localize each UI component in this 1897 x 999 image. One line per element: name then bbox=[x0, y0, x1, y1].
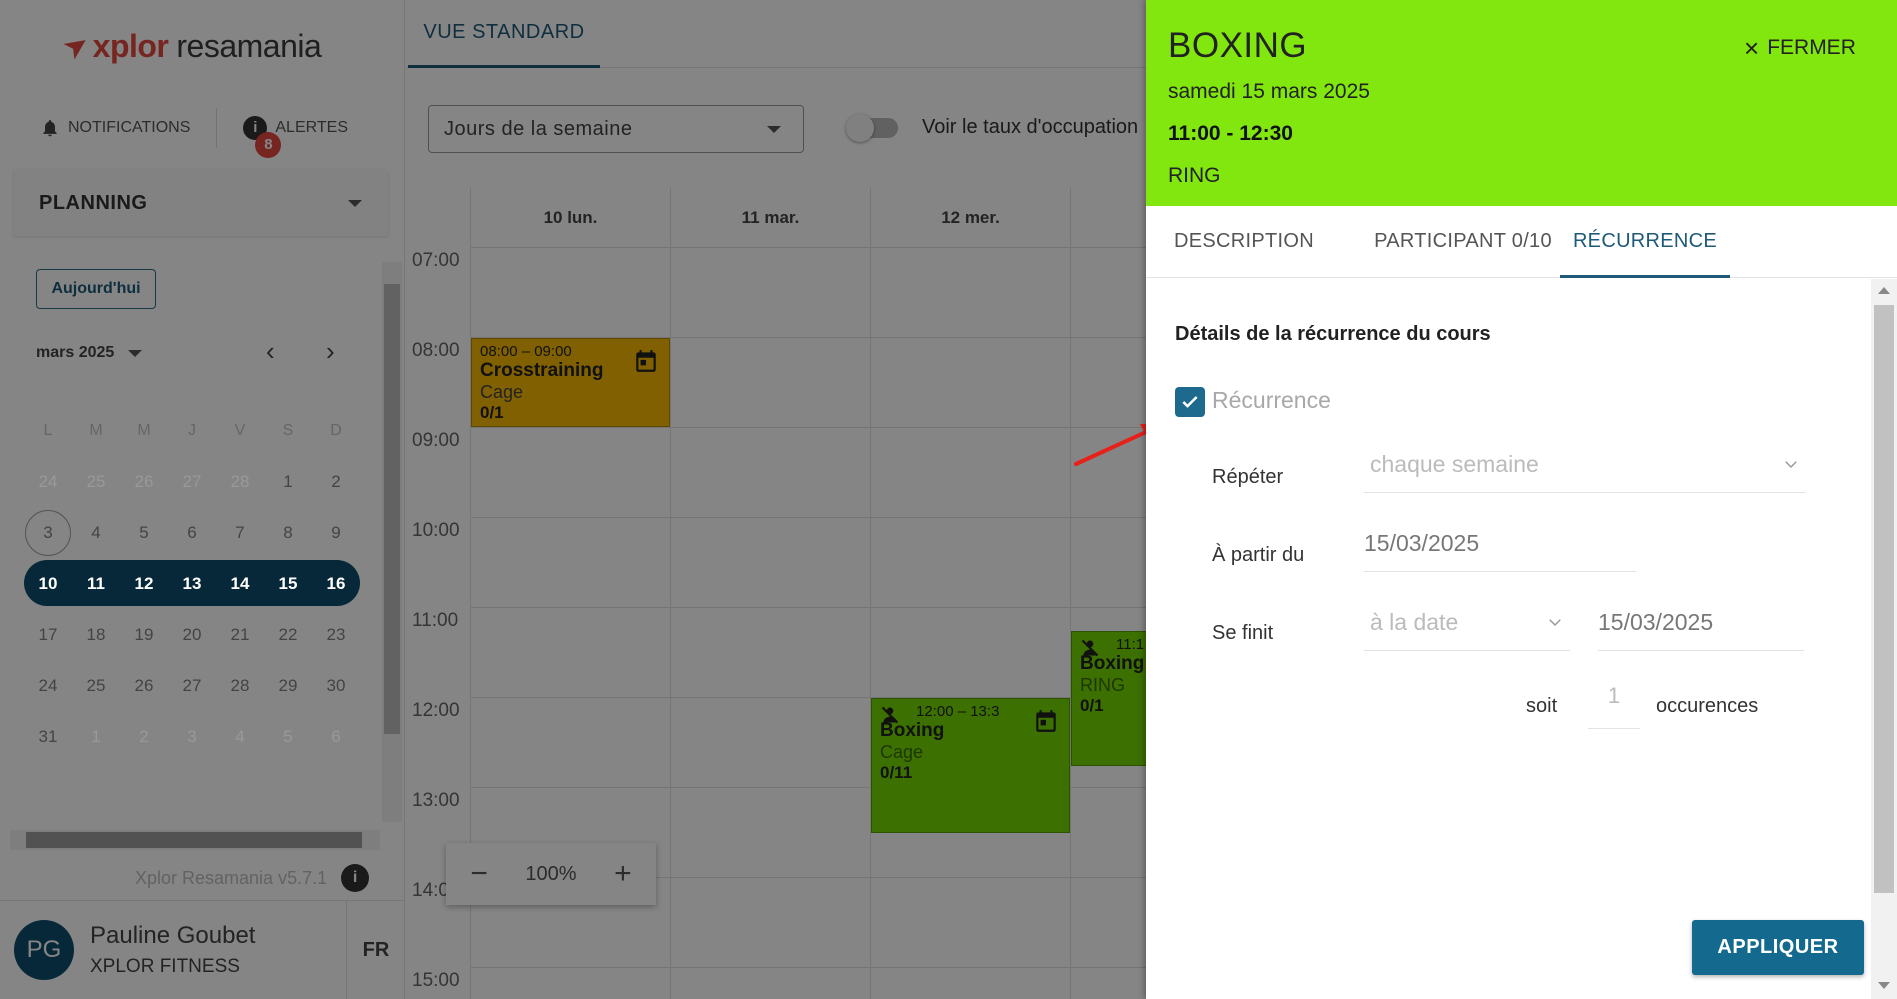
calendar-day[interactable]: 1 bbox=[264, 472, 312, 492]
calendar-day[interactable]: 1 bbox=[72, 727, 120, 747]
calendar-day[interactable]: 15 bbox=[264, 574, 312, 594]
weekday-label: L bbox=[43, 421, 53, 439]
scroll-down-icon[interactable] bbox=[1878, 982, 1890, 989]
calendar-day[interactable]: 4 bbox=[216, 727, 264, 747]
calendar-day[interactable]: 2 bbox=[120, 727, 168, 747]
recurrence-checkbox[interactable] bbox=[1175, 387, 1205, 417]
course-title: BOXING bbox=[1168, 26, 1308, 65]
weekday-label: S bbox=[282, 421, 294, 439]
course-details-panel: BOXING samedi 15 mars 2025 11:00 - 12:30… bbox=[1146, 0, 1897, 999]
scrollbar-thumb[interactable] bbox=[1874, 305, 1894, 893]
from-label: À partir du bbox=[1212, 544, 1305, 566]
calendar-day[interactable]: 9 bbox=[312, 523, 360, 543]
section-title: Détails de la récurrence du cours bbox=[1175, 323, 1491, 345]
weekday-label: J bbox=[188, 421, 196, 439]
tab-description[interactable]: DESCRIPTION bbox=[1146, 206, 1342, 278]
close-icon: × bbox=[1744, 33, 1760, 63]
repeat-label: Répéter bbox=[1212, 466, 1284, 488]
calendar-day[interactable]: 29 bbox=[264, 676, 312, 696]
calendar-day[interactable]: 6 bbox=[312, 727, 360, 747]
calendar-day[interactable]: 12 bbox=[120, 574, 168, 594]
calendar-day[interactable]: 21 bbox=[216, 625, 264, 645]
calendar-day[interactable]: 26 bbox=[120, 472, 168, 492]
calendar-day[interactable]: 16 bbox=[312, 574, 360, 594]
calendar-day[interactable]: 28 bbox=[216, 472, 264, 492]
panel-tabs: DESCRIPTION PARTICIPANT 0/10 RÉCURRENCE bbox=[1146, 206, 1897, 278]
weekday-label: M bbox=[89, 421, 103, 439]
chevron-down-icon bbox=[1549, 619, 1561, 627]
calendar-day[interactable]: 10 bbox=[24, 574, 72, 594]
recurrence-form: Détails de la récurrence du cours Récurr… bbox=[1146, 279, 1871, 999]
calendar-day-today[interactable]: 3 bbox=[24, 509, 72, 556]
calendar-day[interactable]: 2 bbox=[312, 472, 360, 492]
apply-button[interactable]: APPLIQUER bbox=[1692, 920, 1864, 975]
calendar-day[interactable]: 11 bbox=[72, 574, 120, 594]
calendar-day[interactable]: 27 bbox=[168, 676, 216, 696]
ends-mode-value: à la date bbox=[1370, 609, 1459, 635]
ends-mode-select[interactable]: à la date bbox=[1364, 609, 1570, 651]
weekday-label: M bbox=[137, 421, 151, 439]
calendar-day[interactable]: 8 bbox=[264, 523, 312, 543]
calendar-day[interactable]: 6 bbox=[168, 523, 216, 543]
repeat-select[interactable]: chaque semaine bbox=[1364, 451, 1806, 493]
calendar-day[interactable]: 13 bbox=[168, 574, 216, 594]
calendar-day[interactable]: 5 bbox=[120, 523, 168, 543]
panel-header: BOXING samedi 15 mars 2025 11:00 - 12:30… bbox=[1146, 0, 1897, 206]
modal-backdrop[interactable] bbox=[0, 0, 1146, 999]
course-room: RING bbox=[1168, 164, 1221, 187]
tab-participants[interactable]: PARTICIPANT 0/10 bbox=[1342, 206, 1584, 278]
calendar-day[interactable]: 4 bbox=[72, 523, 120, 543]
occurrences-label: occurences bbox=[1656, 695, 1759, 717]
check-icon bbox=[1182, 396, 1198, 408]
course-time: 11:00 - 12:30 bbox=[1168, 122, 1293, 145]
calendar-day[interactable]: 14 bbox=[216, 574, 264, 594]
calendar-day[interactable]: 31 bbox=[24, 727, 72, 747]
calendar-day[interactable]: 20 bbox=[168, 625, 216, 645]
calendar-day[interactable]: 25 bbox=[72, 676, 120, 696]
calendar-day[interactable]: 28 bbox=[216, 676, 264, 696]
calendar-day[interactable]: 7 bbox=[216, 523, 264, 543]
panel-scrollbar[interactable] bbox=[1871, 279, 1897, 999]
repeat-value: chaque semaine bbox=[1370, 451, 1539, 477]
from-date-input[interactable]: 15/03/2025 bbox=[1364, 530, 1636, 572]
calendar-day[interactable]: 23 bbox=[312, 625, 360, 645]
calendar-day[interactable]: 24 bbox=[24, 472, 72, 492]
calendar-day[interactable]: 17 bbox=[24, 625, 72, 645]
calendar-day[interactable]: 5 bbox=[264, 727, 312, 747]
close-button[interactable]: × FERMER bbox=[1744, 33, 1856, 63]
recurrence-label: Récurrence bbox=[1212, 387, 1331, 413]
weekday-label: D bbox=[330, 421, 342, 439]
calendar-day[interactable]: 25 bbox=[72, 472, 120, 492]
soit-label: soit bbox=[1526, 695, 1558, 717]
calendar-day[interactable]: 26 bbox=[120, 676, 168, 696]
close-label: FERMER bbox=[1767, 36, 1856, 59]
calendar-day[interactable]: 3 bbox=[168, 727, 216, 747]
ends-label: Se finit bbox=[1212, 622, 1274, 644]
occurrences-input[interactable]: 1 bbox=[1588, 683, 1640, 729]
weekday-label: V bbox=[234, 421, 246, 439]
calendar-day[interactable]: 24 bbox=[24, 676, 72, 696]
calendar-day[interactable]: 18 bbox=[72, 625, 120, 645]
calendar-day[interactable]: 27 bbox=[168, 472, 216, 492]
calendar-day[interactable]: 19 bbox=[120, 625, 168, 645]
today-marker: 3 bbox=[25, 509, 71, 556]
tab-recurrence[interactable]: RÉCURRENCE bbox=[1560, 206, 1730, 278]
chevron-down-icon bbox=[1785, 461, 1797, 469]
course-date: samedi 15 mars 2025 bbox=[1168, 80, 1370, 103]
calendar-day[interactable]: 22 bbox=[264, 625, 312, 645]
ends-date-input[interactable]: 15/03/2025 bbox=[1598, 609, 1804, 651]
scroll-up-icon[interactable] bbox=[1878, 287, 1890, 294]
calendar-day[interactable]: 30 bbox=[312, 676, 360, 696]
